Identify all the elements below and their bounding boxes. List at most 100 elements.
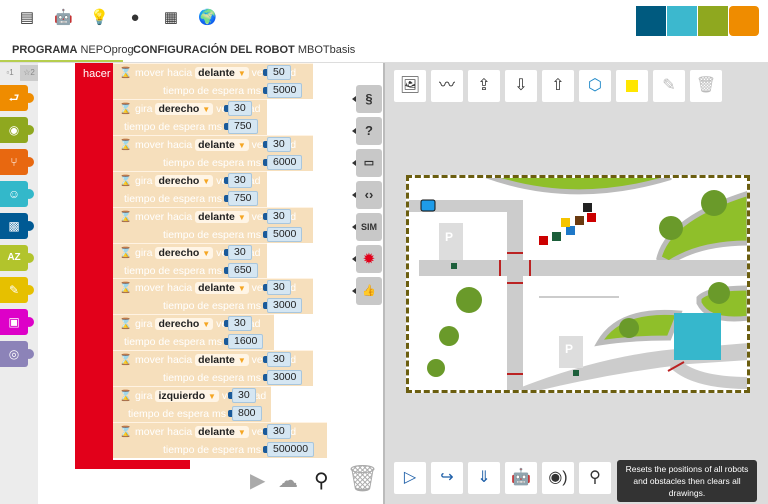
wait-input[interactable]: 5000 [262,83,303,98]
bulb-icon[interactable]: 💡 [90,9,109,27]
speed-input[interactable]: 30 [228,388,256,404]
block-mover[interactable]: ⌛ mover hacia delante ▼ velocidad30tiemp… [113,278,313,315]
delete-button[interactable]: 🗑 [690,70,722,102]
category-control[interactable]: ⑂ [0,149,34,175]
toolbox-code[interactable]: ‹› [352,181,382,209]
wait-label: tiempo de espera ms [162,444,261,456]
upload-button[interactable]: ⇧ [542,70,574,102]
category-communication[interactable]: ◎ [0,341,34,367]
robot-icon[interactable]: 🤖 [54,9,73,27]
speed-input[interactable]: 30 [224,316,252,332]
toolbox-help[interactable]: ? [352,117,382,145]
gallery-icon[interactable]: ▦ [162,9,180,27]
wait-input[interactable]: 6000 [262,154,303,170]
hacer-block[interactable] [75,63,113,469]
direction-dropdown[interactable]: derecho ▼ [155,318,214,331]
add-obstacle-cube-button[interactable]: ⬡ [579,70,611,102]
speed-input[interactable]: 30 [263,352,291,368]
block-gira[interactable]: ⌛ gira derecho ▼ velocidad30tiempo de es… [113,98,267,135]
toolbox-comment[interactable]: ▭ [352,149,382,177]
block-giraizq[interactable]: ⌛ gira izquierdo ▼ velocidad30tiempo de … [113,386,271,423]
hourglass-icon: ⌛ [119,282,133,295]
hourglass-icon: ⌛ [119,246,133,259]
block-mover[interactable]: ⌛ mover hacia delante ▼ velocidad30tiemp… [113,134,313,171]
category-math[interactable]: ▩ [0,213,34,239]
wait-input[interactable]: 1600 [223,334,264,350]
category-action[interactable]: ⮐ [0,85,34,111]
speed-input[interactable]: 30 [263,280,291,296]
category-images[interactable]: ▣ [0,309,34,335]
toolbox-debug[interactable]: ✹ [352,245,382,273]
tab-config-label: CONFIGURACIÓN DEL ROBOT [133,44,295,56]
direction-dropdown[interactable]: derecho ▼ [155,174,214,187]
zoom-reset-icon[interactable]: ⚲ [314,468,329,493]
category-text[interactable]: AZ [0,245,34,271]
wait-input[interactable]: 650 [224,262,258,278]
toolbox-procedures[interactable]: § [352,85,382,113]
block-mover[interactable]: ⌛ mover hacia delante ▼ velocidad30tiemp… [113,206,313,243]
wait-input[interactable]: 500000 [262,442,315,457]
direction-dropdown[interactable]: delante ▼ [195,210,249,223]
speed-input[interactable]: 30 [263,136,291,152]
sim-sensor-button[interactable]: ◉) [542,462,574,494]
wait-input[interactable]: 750 [224,190,258,206]
blockly-workspace[interactable]: hacer ⌛ mover hacia delante ▼ velocidad5… [38,63,383,504]
sim-reset-pose-button[interactable]: ⚲ [579,462,611,494]
direction-dropdown[interactable]: derecho ▼ [155,102,214,115]
tab-robot-config[interactable]: CONFIGURACIÓN DEL ROBOT MBOTbasis [133,38,355,62]
speed-input[interactable]: 30 [263,424,291,439]
wait-input[interactable]: 3000 [262,370,303,386]
block-verb: gira [135,246,153,259]
category-colours[interactable]: ✎ [0,277,34,303]
program-list-icon[interactable]: ▤ [18,9,36,27]
sim-play-button[interactable]: ▷ [394,462,426,494]
block-gira[interactable]: ⌛ gira derecho ▼ velocidad30tiempo de es… [113,170,267,207]
globe-icon[interactable]: 🌍 [198,9,217,27]
direction-dropdown[interactable]: delante ▼ [195,282,249,295]
sim-import-button[interactable]: ⇓ [468,462,500,494]
direction-dropdown[interactable]: delante ▼ [195,354,249,367]
direction-dropdown[interactable]: izquierdo ▼ [155,390,219,403]
block-verb: gira [135,102,153,115]
category-logic[interactable]: ☺ [0,181,34,207]
speed-input[interactable]: 50 [263,65,291,80]
user-icon[interactable]: ● [126,9,144,27]
block-mover[interactable]: ⌛ mover hacia delante ▼ velocidad30tiemp… [113,350,313,387]
block-mover[interactable]: ⌛ mover hacia delante ▼ velocidad50tiemp… [113,63,313,99]
wait-input[interactable]: 750 [224,118,258,134]
sim-step-button[interactable]: ↪ [431,462,463,494]
level-2-tab[interactable]: ☆2 [20,65,38,81]
direction-dropdown[interactable]: derecho ▼ [155,246,214,259]
block-gira[interactable]: ⌛ gira derecho ▼ velocidad30tiempo de es… [113,242,267,279]
direction-dropdown[interactable]: delante ▼ [195,67,249,79]
background-image-button[interactable]: 🖼 [394,70,426,102]
simulation-map[interactable]: P P [406,170,752,395]
wait-input[interactable]: 5000 [262,226,303,242]
wait-input[interactable]: 800 [228,406,262,422]
trash-icon[interactable]: 🗑 [346,463,379,494]
import-button[interactable]: ⇩ [505,70,537,102]
simulation-panel: 🖼 〰 ⇪ ⇩ ⇧ ⬡ ✎ 🗑 P P ▷ ↪ ⇓ 🤖 ◉) ⚲ Resets … [383,63,768,504]
sim-robot-button[interactable]: 🤖 [505,462,537,494]
tab-program[interactable]: PROGRAMA NEPOprog [12,38,134,62]
speed-input[interactable]: 30 [224,172,252,188]
speed-input[interactable]: 30 [224,100,252,116]
toolbox-sim[interactable]: SIM [352,213,382,241]
speed-input[interactable]: 30 [263,208,291,224]
hourglass-icon: ⌛ [119,210,133,223]
trail-button[interactable]: 〰 [431,70,463,102]
direction-dropdown[interactable]: delante ▼ [195,138,249,151]
eyedropper-button[interactable]: ✎ [653,70,685,102]
category-sensors[interactable]: ◉ [0,117,34,143]
block-gira[interactable]: ⌛ gira derecho ▼ velocidad30tiempo de es… [113,314,274,351]
upload-cloud-icon[interactable]: ☁ [278,468,298,493]
export-button[interactable]: ⇪ [468,70,500,102]
level-1-tab[interactable]: ▫1 [1,65,19,81]
color-area-button[interactable] [616,70,648,102]
speed-input[interactable]: 30 [224,244,252,260]
direction-dropdown[interactable]: delante ▼ [195,426,249,438]
block-mover[interactable]: ⌛ mover hacia delante ▼ velocidad30tiemp… [113,422,327,458]
run-icon[interactable]: ▶ [250,468,265,493]
toolbox-feedback[interactable]: 👍 [352,277,382,305]
wait-input[interactable]: 3000 [262,298,303,314]
